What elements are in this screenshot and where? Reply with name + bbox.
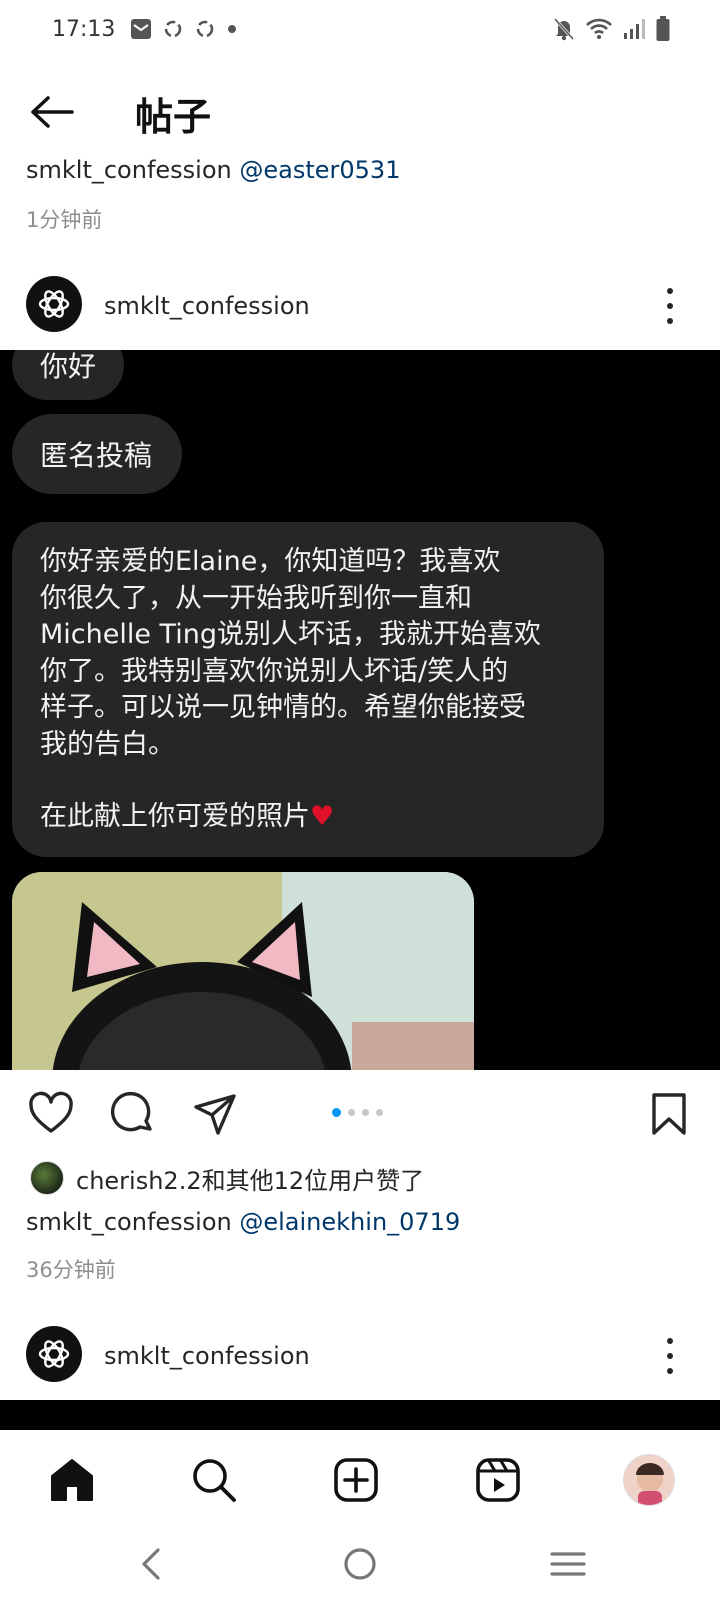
chat-bubble-message: 你好亲爱的Elaine，你知道吗？我喜欢 你很久了，从一开始我听到你一直和 Mi… — [12, 522, 604, 857]
like-heart-icon[interactable] — [28, 1091, 74, 1137]
chat-bubble-hello-text: 你好 — [40, 350, 97, 383]
post-username[interactable]: smklt_confession — [104, 292, 310, 320]
status-bar: 17:13 — [0, 0, 720, 62]
more-dot — [667, 303, 673, 309]
next-post-image-top — [0, 1400, 720, 1430]
more-dot — [667, 1368, 673, 1374]
back-button[interactable] — [28, 90, 76, 134]
prev-caption-username[interactable]: smklt_confession — [26, 156, 232, 184]
status-left-icons — [130, 18, 238, 40]
wifi-icon — [586, 18, 612, 39]
more-dot — [667, 1338, 673, 1344]
message-end-text: 在此献上你可爱的照片 — [40, 801, 310, 832]
post-actions — [0, 1085, 720, 1141]
profile-photo — [624, 1455, 674, 1505]
back-arrow-icon — [31, 96, 74, 128]
carousel-dot — [362, 1109, 369, 1116]
next-post-username[interactable]: smklt_confession — [104, 1342, 310, 1370]
more-dot — [667, 318, 673, 324]
bell-muted-icon — [553, 17, 575, 41]
next-more-options-button[interactable] — [660, 1338, 680, 1374]
attached-photo — [12, 872, 474, 1070]
home-icon[interactable] — [48, 1456, 96, 1504]
photo-content — [12, 872, 474, 1070]
prev-caption-mention[interactable]: @easter0531 — [239, 156, 400, 184]
message-line: 我的告白。 — [40, 728, 175, 760]
openai-logo-icon — [38, 290, 70, 318]
comment-icon[interactable] — [110, 1091, 156, 1137]
page-title: 帖子 — [135, 95, 212, 139]
chat-bubble-anonymous: 匿名投稿 — [12, 414, 182, 494]
post-avatar[interactable] — [26, 276, 82, 332]
caption-username[interactable]: smklt_confession — [26, 1208, 232, 1236]
message-line: 你了。我特别喜欢你说别人坏话/笑人的 — [40, 655, 509, 687]
more-dot — [667, 288, 673, 294]
carousel-dot — [348, 1109, 355, 1116]
more-options-button[interactable] — [660, 288, 680, 324]
post-time: 36分钟前 — [26, 1258, 116, 1282]
search-icon[interactable] — [190, 1456, 238, 1504]
bottom-nav — [0, 1430, 720, 1530]
next-post-avatar[interactable] — [26, 1326, 82, 1382]
message-line: 你好亲爱的Elaine，你知道吗？我喜欢 — [40, 546, 501, 577]
create-post-icon[interactable] — [332, 1456, 380, 1504]
system-nav-bar — [0, 1530, 720, 1600]
recycle-icon — [164, 20, 182, 38]
reels-icon[interactable] — [474, 1456, 522, 1504]
share-send-icon[interactable] — [192, 1091, 238, 1137]
message-end-line: 在此献上你可爱的照片♥ — [40, 799, 576, 836]
chat-bubble-anonymous-text: 匿名投稿 — [40, 439, 153, 472]
message-line: 样子。可以说一见钟情的。希望你能接受 — [40, 692, 526, 723]
system-back-icon[interactable] — [132, 1544, 172, 1584]
heart-emoji: ♥ — [310, 801, 335, 832]
status-time: 17:13 — [52, 17, 116, 42]
carousel-indicator — [332, 1108, 383, 1117]
next-post-header: smklt_confession — [0, 1318, 720, 1394]
message-line: 你很久了，从一开始我听到你一直和 — [40, 582, 472, 614]
system-home-icon[interactable] — [340, 1544, 380, 1584]
save-bookmark-icon[interactable] — [646, 1091, 692, 1137]
caption-mention[interactable]: @elainekhin_0719 — [239, 1208, 460, 1236]
prev-post-time: 1分钟前 — [26, 208, 103, 232]
profile-avatar[interactable] — [623, 1454, 675, 1506]
post-image[interactable]: 你好 匿名投稿 你好亲爱的Elaine，你知道吗？我喜欢 你很久了，从一开始我听… — [0, 350, 720, 1070]
mail-icon — [131, 19, 151, 39]
likes-row[interactable]: cherish2.2和其他12位用户赞了 — [30, 1160, 424, 1196]
carousel-dot — [376, 1109, 383, 1116]
battery-icon — [656, 16, 670, 41]
dot-icon — [228, 25, 236, 33]
status-right-icons — [552, 16, 670, 42]
prev-post-caption: smklt_confession @easter0531 — [26, 156, 400, 184]
chat-bubble-hello: 你好 — [12, 350, 124, 400]
message-line: Michelle Ting说别人坏话，我就开始喜欢 — [40, 619, 541, 650]
system-recents-icon[interactable] — [548, 1544, 588, 1584]
post-caption: smklt_confession @elainekhin_0719 — [26, 1208, 460, 1236]
app-header: 帖子 — [0, 72, 720, 152]
openai-logo-icon — [38, 1340, 70, 1368]
liker-avatar — [30, 1161, 64, 1195]
recycle-icon — [196, 20, 214, 38]
more-dot — [667, 1353, 673, 1359]
likes-text: cherish2.2和其他12位用户赞了 — [76, 1166, 425, 1195]
post-header: smklt_confession — [0, 268, 720, 344]
signal-icon — [624, 19, 645, 39]
carousel-dot-active — [332, 1108, 341, 1117]
